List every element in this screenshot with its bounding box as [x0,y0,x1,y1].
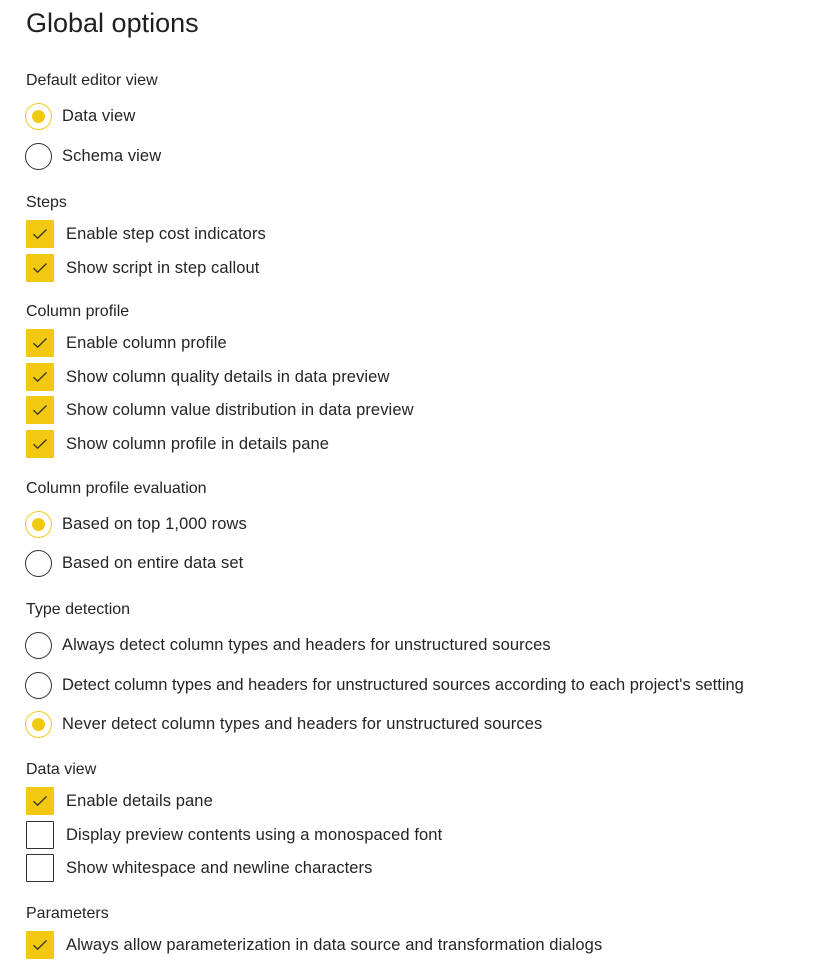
radio-detect-per-project[interactable]: Detect column types and headers for unst… [25,669,744,701]
checkbox-column-quality-details[interactable]: Show column quality details in data prev… [25,361,389,393]
radio-button[interactable] [25,710,52,738]
radio-button[interactable] [25,510,52,538]
radio-button[interactable] [25,631,52,659]
radio-label: Data view [62,106,136,125]
radio-top-1000-rows[interactable]: Based on top 1,000 rows [25,508,247,540]
checkmark-icon [33,405,47,416]
checkmark-icon [33,338,47,349]
checkmark-icon [33,796,47,807]
checkbox-label: Enable column profile [66,333,227,352]
checkmark-icon [33,940,47,951]
checkbox[interactable] [26,396,54,424]
checkbox-allow-parameterization[interactable]: Always allow parameterization in data so… [25,929,602,961]
checkbox[interactable] [26,254,54,282]
steps-heading: Steps [26,194,67,211]
checkbox[interactable] [26,363,54,391]
radio-always-detect[interactable]: Always detect column types and headers f… [25,629,551,661]
checkbox-script-in-step-callout[interactable]: Show script in step callout [25,252,259,284]
checkbox-column-value-distribution[interactable]: Show column value distribution in data p… [25,394,414,426]
radio-schema-view[interactable]: Schema view [25,140,161,172]
radio-entire-data-set[interactable]: Based on entire data set [25,547,243,579]
default-editor-view-heading: Default editor view [26,72,158,89]
checkbox-enable-details-pane[interactable]: Enable details pane [25,785,213,817]
parameters-heading: Parameters [26,905,109,922]
checkbox[interactable] [26,821,54,849]
checkbox-column-profile-details-pane[interactable]: Show column profile in details pane [25,428,329,460]
radio-label: Based on top 1,000 rows [62,514,247,533]
checkbox-label: Show script in step callout [66,258,260,277]
radio-button[interactable] [25,671,52,699]
radio-button[interactable] [25,142,52,170]
checkbox-enable-column-profile[interactable]: Enable column profile [25,327,227,359]
checkbox[interactable] [26,854,54,882]
checkbox-step-cost-indicators[interactable]: Enable step cost indicators [25,218,266,250]
checkmark-icon [33,372,47,383]
column-profile-heading: Column profile [26,303,130,320]
checkbox[interactable] [26,430,54,458]
radio-label: Never detect column types and headers fo… [62,714,543,733]
radio-button[interactable] [25,102,52,130]
radio-label: Detect column types and headers for unst… [62,675,744,694]
checkbox-label: Show column profile in details pane [66,434,330,453]
checkbox[interactable] [26,329,54,357]
checkbox-whitespace-newline[interactable]: Show whitespace and newline characters [25,852,372,884]
checkbox-monospaced-font[interactable]: Display preview contents using a monospa… [25,819,442,851]
type-detection-heading: Type detection [26,601,131,618]
checkmark-icon [33,263,47,274]
radio-label: Always detect column types and headers f… [62,635,551,654]
checkbox-label: Show column value distribution in data p… [66,400,414,419]
checkbox-label: Show whitespace and newline characters [66,858,373,877]
checkbox-label: Enable details pane [66,791,213,810]
radio-data-view[interactable]: Data view [25,100,135,132]
checkbox-label: Show column quality details in data prev… [66,367,390,386]
checkbox[interactable] [26,787,54,815]
checkbox[interactable] [26,220,54,248]
data-view-heading: Data view [26,761,97,778]
checkbox-label: Enable step cost indicators [66,224,266,243]
column-profile-evaluation-heading: Column profile evaluation [26,480,207,497]
radio-label: Schema view [62,146,162,165]
checkbox-label: Display preview contents using a monospa… [66,825,443,844]
radio-button[interactable] [25,549,52,577]
checkmark-icon [33,229,47,240]
radio-label: Based on entire data set [62,553,244,572]
checkbox-label: Always allow parameterization in data so… [66,935,603,954]
checkbox[interactable] [26,931,54,959]
page-title: Global options [26,8,199,38]
radio-never-detect[interactable]: Never detect column types and headers fo… [25,708,542,740]
checkmark-icon [33,439,47,450]
